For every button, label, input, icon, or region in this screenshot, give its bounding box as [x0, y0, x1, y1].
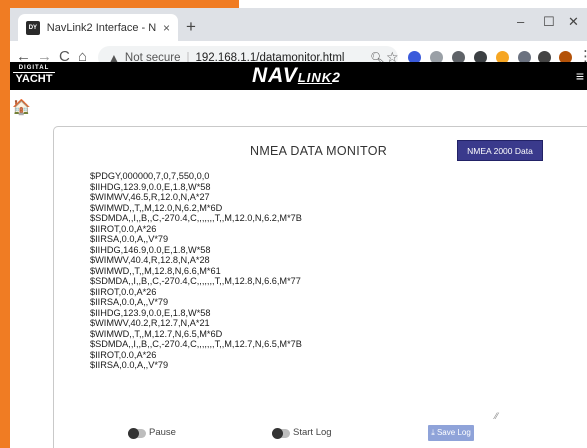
log-line: $PDGY,000000,7,0,7,550,0,0	[90, 171, 210, 181]
log-line: $IIROT,0.0,A*26	[90, 223, 157, 234]
minimize-button[interactable]: –	[517, 14, 524, 29]
log-line: $SDMDA,,I,,B,,C,-270.4,C,,,,,,,T,,M,12.7…	[90, 339, 302, 349]
desktop-background-top	[0, 0, 239, 8]
log-line: $IIHDG,123.9,0.0,E,1.8,W*58	[90, 181, 211, 192]
save-log-button[interactable]: ⤓ Save Log	[428, 425, 474, 441]
log-line: $WIMWD,,T,,M,12.8,N,6.6,M*61	[90, 265, 221, 276]
tab-close-icon[interactable]: ×	[163, 21, 170, 35]
site-favicon-icon: DY	[26, 20, 40, 35]
nmea-monitor-panel: NMEA DATA MONITOR NMEA 2000 Data Filter …	[53, 126, 587, 448]
page-title: NMEA DATA MONITOR	[250, 144, 388, 158]
navlink2-brand: NAVLINK2	[252, 64, 341, 87]
nmea-log-textarea[interactable]: $PDGY,000000,7,0,7,550,0,0 $IIHDG,123.9,0…	[82, 171, 502, 421]
desktop-background	[0, 0, 10, 448]
log-line: $IIRSA,0.0,A,,V*79	[90, 234, 169, 244]
log-line: $IIRSA,0.0,A,,V*79	[90, 297, 169, 307]
site-header: DIGITAL YACHT NAVLINK2 ≡	[10, 62, 587, 90]
log-line: $WIMWV,40.2,R,12.7,N,A*21	[90, 318, 210, 328]
home-icon[interactable]: 🏠	[12, 98, 31, 116]
log-line: $IIROT,0.0,A*26	[90, 286, 157, 297]
browser-tab[interactable]: DY NavLink2 Interface - NMEA Data ×	[18, 14, 178, 41]
log-line: $WIMWD,,T,,M,12.7,N,6.5,M*6D	[90, 328, 223, 339]
pause-label: Pause	[149, 427, 176, 438]
start-log-toggle[interactable]	[272, 428, 290, 439]
maximize-button[interactable]: ☐	[543, 14, 555, 30]
browser-tab-strip: DY NavLink2 Interface - NMEA Data × + – …	[10, 8, 587, 41]
log-line: $IIHDG,146.9,0.0,E,1.8,W*58	[90, 244, 211, 255]
new-tab-button[interactable]: +	[186, 18, 196, 35]
tab-title: NavLink2 Interface - NMEA Data	[46, 21, 157, 34]
pause-toggle[interactable]	[128, 428, 146, 439]
log-line: $IIRSA,0.0,A,,V*79	[90, 360, 169, 370]
log-line: $IIROT,0.0,A*26	[90, 349, 157, 360]
hamburger-menu-icon[interactable]: ≡	[576, 68, 584, 84]
nmea2000-filter-button[interactable]: NMEA 2000 Data Filter	[457, 140, 543, 177]
log-line: $SDMDA,,I,,B,,C,-270.4,C,,,,,,,T,,M,12.8…	[90, 276, 301, 286]
digital-yacht-logo[interactable]: DIGITAL YACHT	[13, 65, 55, 87]
controls-row: Pause Start Log ⤓ Save Log	[54, 425, 587, 447]
log-line: $SDMDA,,I,,B,,C,-270.4,C,,,,,,,T,,M,12.0…	[90, 213, 302, 223]
start-log-label: Start Log	[293, 427, 332, 438]
close-window-button[interactable]: ✕	[568, 14, 579, 30]
log-line: $WIMWD,,T,,M,12.0,N,6.2,M*6D	[90, 202, 223, 213]
log-line: $WIMWV,46.5,R,12.0,N,A*27	[90, 192, 210, 202]
log-line: $IIHDG,123.9,0.0,E,1.8,W*58	[90, 307, 211, 318]
log-line: $WIMWV,40.4,R,12.8,N,A*28	[90, 255, 210, 265]
resize-handle-icon[interactable]: ⁄⁄	[495, 411, 498, 421]
